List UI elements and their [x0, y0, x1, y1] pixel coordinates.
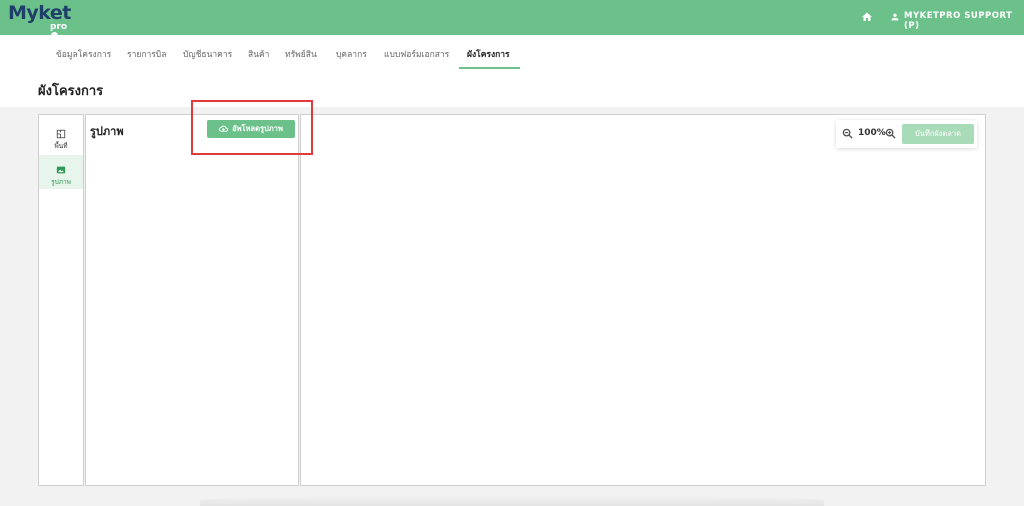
- active-tab-indicator: [459, 67, 520, 69]
- tab-products[interactable]: สินค้า: [248, 47, 269, 61]
- save-layout-button[interactable]: บันทึกผังตลาด: [902, 124, 974, 144]
- tab-assets[interactable]: ทรัพย์สิน: [285, 47, 317, 61]
- zoom-out-icon[interactable]: [842, 128, 853, 139]
- floorplan-icon: [56, 129, 66, 139]
- tab-bank-accounts[interactable]: บัญชีธนาคาร: [183, 47, 232, 61]
- tab-document-forms[interactable]: แบบฟอร์มเอกสาร: [384, 47, 449, 61]
- tab-bills[interactable]: รายการบิล: [127, 47, 166, 61]
- tool-image-label: รูปภาพ: [51, 178, 71, 186]
- tab-project-info[interactable]: ข้อมูลโครงการ: [56, 47, 111, 61]
- top-bar: Myket pro MYKETPRO SUPPORT (P): [0, 0, 1024, 39]
- tool-area-label: พื้นที่: [54, 142, 68, 150]
- user-menu[interactable]: MYKETPRO SUPPORT (P): [904, 11, 1024, 31]
- tool-area[interactable]: พื้นที่: [39, 119, 83, 153]
- zoom-in-icon[interactable]: [885, 128, 896, 139]
- user-icon: [891, 13, 899, 21]
- project-tabs: ข้อมูลโครงการ รายการบิล บัญชีธนาคาร สินค…: [0, 35, 1024, 69]
- page-title: ผังโครงการ: [38, 84, 104, 99]
- home-icon[interactable]: [861, 11, 873, 23]
- zoom-controls: 100% บันทึกผังตลาด: [836, 120, 977, 148]
- tool-image[interactable]: รูปภาพ: [39, 155, 83, 189]
- image-icon: [56, 166, 66, 174]
- bottom-shadow: [200, 495, 824, 506]
- logo-sub-text: pro: [50, 22, 68, 32]
- images-panel: รูปภาพ อัพโหลดรูปภาพ: [85, 114, 299, 486]
- logo-text: Myket: [8, 2, 71, 24]
- zoom-level: 100%: [858, 128, 886, 138]
- tool-sidebar: พื้นที่ รูปภาพ: [38, 114, 84, 486]
- tab-project-layout[interactable]: ผังโครงการ: [467, 47, 510, 61]
- layout-canvas[interactable]: [300, 114, 986, 486]
- tab-personnel[interactable]: บุคลากร: [336, 47, 367, 61]
- images-panel-title: รูปภาพ: [90, 125, 124, 138]
- highlight-annotation: [191, 100, 313, 155]
- logo[interactable]: Myket pro: [8, 2, 71, 39]
